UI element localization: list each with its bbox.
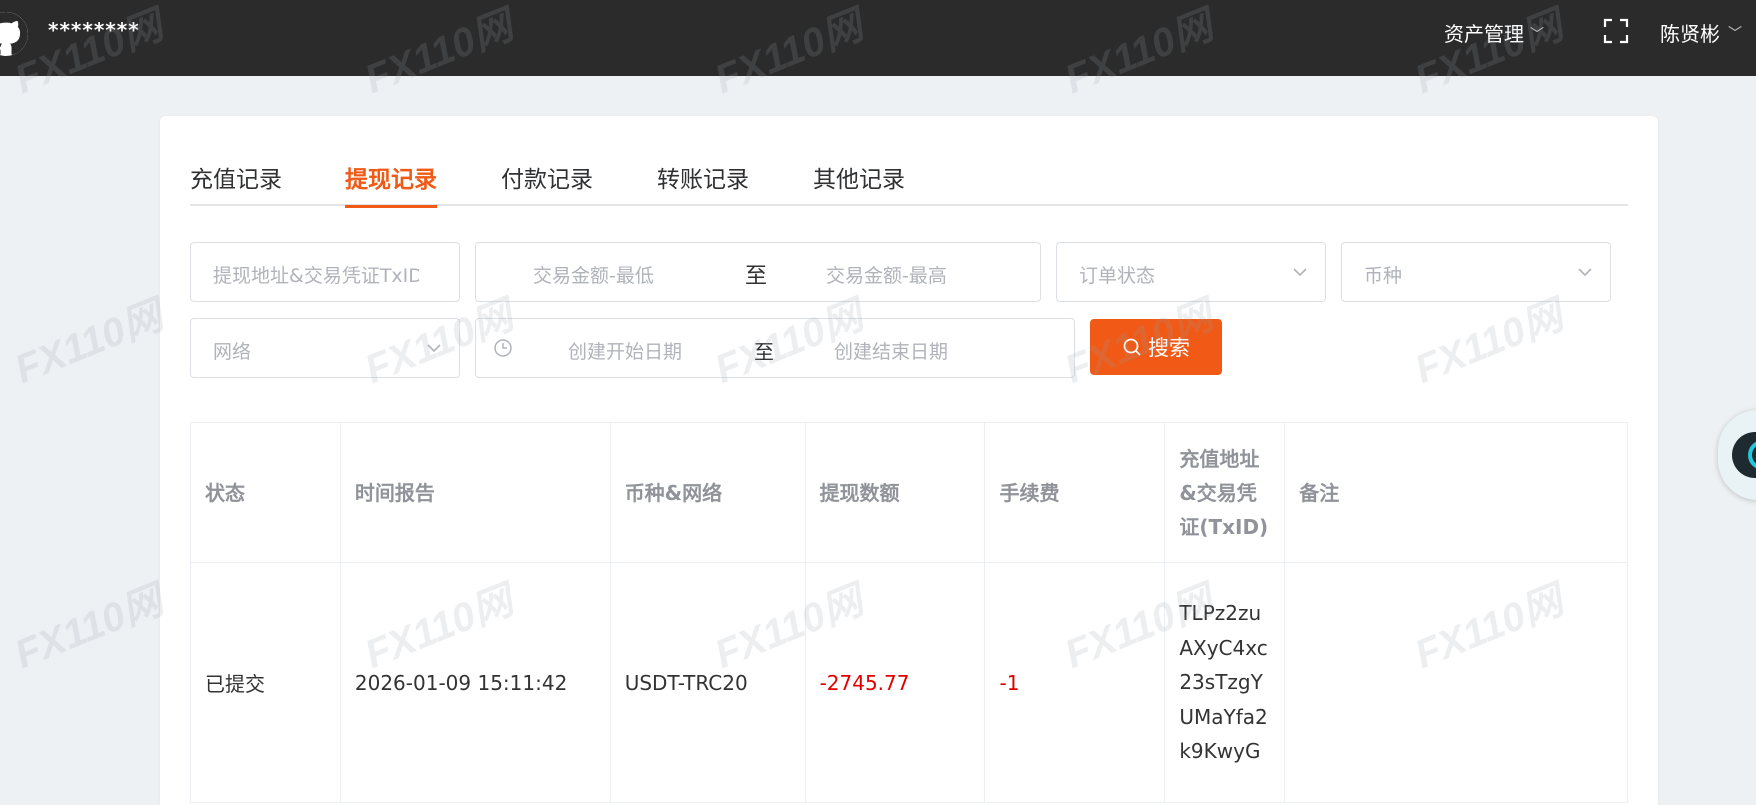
top-bar: ******** 资产管理 ﹀ 陈贤彬 ﹀: [0, 0, 1756, 76]
network-select[interactable]: 网络: [190, 318, 460, 378]
network-placeholder: 网络: [213, 341, 252, 363]
column-header-address-txid: 充值地址&交易凭证(TxID): [1164, 422, 1286, 563]
clock-icon: [494, 339, 512, 357]
address-txid-input[interactable]: 提现地址&交易凭证TxID: [190, 242, 460, 302]
site-title: ********: [48, 18, 140, 42]
chevron-down-icon: ﹀: [1728, 25, 1742, 42]
tab-payment-records[interactable]: 付款记录: [501, 156, 593, 206]
cell-remark: [1284, 562, 1628, 803]
search-icon: [1123, 338, 1141, 356]
user-name: 陈贤彬: [1660, 22, 1720, 46]
watermark: FX110网: [8, 293, 169, 393]
asset-menu-label: 资产管理: [1444, 22, 1524, 46]
tab-deposit-records[interactable]: 充值记录: [190, 156, 282, 206]
chevron-down-icon: [1293, 268, 1307, 277]
search-button[interactable]: 搜索: [1090, 319, 1222, 375]
fullscreen-icon[interactable]: [1603, 18, 1629, 44]
column-header-time: 时间报告: [340, 422, 611, 563]
records-card: 充值记录 提现记录 付款记录 转账记录 其他记录 提现地址&交易凭证TxID 交…: [160, 116, 1658, 805]
range-separator: 至: [745, 264, 768, 289]
tab-withdrawal-records[interactable]: 提现记录: [345, 156, 437, 208]
cell-fee: -1: [984, 562, 1166, 803]
order-status-placeholder: 订单状态: [1079, 265, 1156, 287]
cell-time: 2026-01-09 15:11:42: [340, 562, 611, 803]
tab-other-records[interactable]: 其他记录: [813, 156, 905, 206]
amount-range-input[interactable]: 交易金额-最低 至 交易金额-最高: [475, 242, 1041, 302]
cell-txid[interactable]: TLPz2zuAXyC4xc23sTzgYUMaYfa2k9KwyG: [1164, 562, 1286, 803]
date-start-placeholder: 创建开始日期: [568, 341, 683, 363]
date-range-picker[interactable]: 创建开始日期 至 创建结束日期: [475, 318, 1075, 378]
column-header-fee: 手续费: [984, 422, 1166, 563]
amount-max-placeholder: 交易金额-最高: [826, 265, 947, 287]
column-header-amount: 提现数额: [805, 422, 986, 563]
cell-status: 已提交: [190, 562, 341, 803]
chevron-down-icon: [427, 344, 441, 353]
date-range-separator: 至: [754, 340, 774, 364]
currency-select[interactable]: 币种: [1341, 242, 1611, 302]
search-button-label: 搜索: [1148, 336, 1190, 360]
column-header-status: 状态: [190, 422, 341, 563]
address-txid-placeholder: 提现地址&交易凭证TxID: [213, 265, 419, 287]
record-tabs: 充值记录 提现记录 付款记录 转账记录 其他记录: [190, 156, 1628, 208]
order-status-select[interactable]: 订单状态: [1056, 242, 1326, 302]
cell-amount: -2745.77: [805, 562, 986, 803]
chevron-down-icon: ﹀: [1530, 26, 1544, 43]
asset-management-menu[interactable]: 资产管理 ﹀: [1444, 18, 1544, 47]
amount-min-placeholder: 交易金额-最低: [533, 265, 654, 287]
column-header-currency-network: 币种&网络: [610, 422, 806, 563]
watermark: FX110网: [8, 578, 169, 678]
user-menu[interactable]: 陈贤彬 ﹀: [1660, 18, 1742, 47]
column-header-remark: 备注: [1284, 422, 1628, 563]
withdrawal-records-table: 状态 时间报告 币种&网络 提现数额 手续费 充值地址&交易凭证(TxID) 备…: [190, 422, 1628, 803]
currency-placeholder: 币种: [1364, 265, 1403, 287]
date-end-placeholder: 创建结束日期: [834, 341, 949, 363]
cell-currency-network: USDT-TRC20: [610, 562, 806, 803]
tab-transfer-records[interactable]: 转账记录: [657, 156, 749, 206]
floating-assistant-button[interactable]: [1718, 410, 1756, 500]
github-logo-icon[interactable]: [0, 12, 28, 56]
chevron-down-icon: [1578, 268, 1592, 277]
table-row: 已提交 2026-01-09 15:11:42 USDT-TRC20 -2745…: [190, 562, 1628, 803]
table-header-row: 状态 时间报告 币种&网络 提现数额 手续费 充值地址&交易凭证(TxID) 备…: [190, 422, 1628, 563]
